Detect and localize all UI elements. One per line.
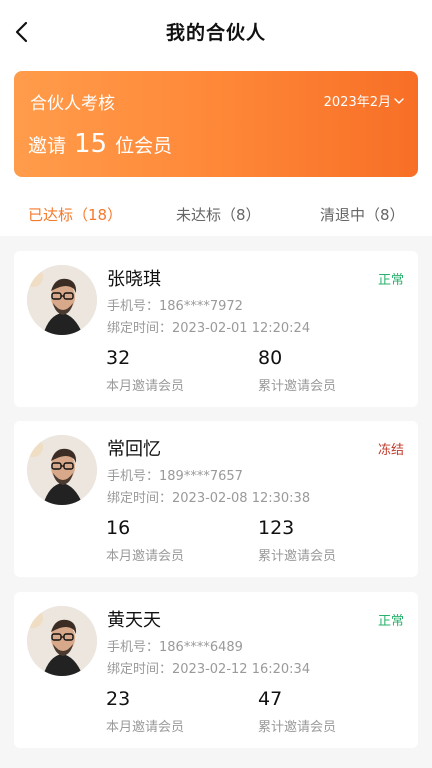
phone-label: 手机号： bbox=[107, 640, 160, 655]
total-invites-label: 累计邀请会员 bbox=[258, 549, 337, 564]
month-invites-label: 本月邀请会员 bbox=[106, 720, 185, 735]
bind-time-row: 绑定时间：2023-02-12 16:20:34 bbox=[107, 658, 310, 677]
bind-time-value: 2023-02-08 12:30:38 bbox=[172, 491, 311, 506]
month-invites-value: 16 bbox=[106, 517, 131, 539]
total-invites-label: 累计邀请会员 bbox=[258, 720, 337, 735]
invite-count: 15 bbox=[74, 129, 108, 159]
total-invites-stat: 123 累计邀请会员 bbox=[258, 517, 336, 564]
bind-time-value: 2023-02-12 16:20:34 bbox=[172, 662, 311, 677]
phone-row: 手机号：186****7972 bbox=[107, 295, 243, 314]
phone-value: 186****7972 bbox=[159, 299, 243, 314]
partner-name: 常回忆 bbox=[107, 439, 161, 460]
tab-unqualified[interactable]: 未达标（8） bbox=[176, 204, 261, 225]
page-title: 我的合伙人 bbox=[165, 22, 266, 44]
month-selector[interactable]: 2023年2月 bbox=[324, 91, 404, 110]
top-bar: 我的合伙人 bbox=[0, 0, 432, 64]
total-invites-stat: 47 累计邀请会员 bbox=[258, 688, 336, 735]
bind-time-label: 绑定时间： bbox=[107, 491, 173, 506]
avatar-portrait bbox=[27, 435, 97, 505]
month-invites-label: 本月邀请会员 bbox=[106, 549, 185, 564]
tab-clearing[interactable]: 清退中（8） bbox=[320, 204, 405, 225]
bind-time-label: 绑定时间： bbox=[107, 662, 173, 677]
invite-suffix: 位会员 bbox=[115, 135, 173, 157]
bind-time-row: 绑定时间：2023-02-01 12:20:24 bbox=[107, 317, 310, 336]
month-invites-stat: 32 本月邀请会员 bbox=[106, 347, 184, 394]
status-badge: 正常 bbox=[377, 273, 404, 288]
chevron-down-icon bbox=[394, 97, 404, 104]
partner-card[interactable]: 黄天天 正常 手机号：186****6489 绑定时间：2023-02-12 1… bbox=[14, 592, 418, 748]
month-invites-stat: 23 本月邀请会员 bbox=[106, 688, 184, 735]
status-badge: 冻结 bbox=[377, 443, 404, 458]
total-invites-value: 80 bbox=[258, 347, 283, 369]
avatar bbox=[27, 435, 97, 505]
partner-card[interactable]: 常回忆 冻结 手机号：189****7657 绑定时间：2023-02-08 1… bbox=[14, 421, 418, 577]
total-invites-stat: 80 累计邀请会员 bbox=[258, 347, 336, 394]
phone-value: 189****7657 bbox=[159, 469, 243, 484]
month-invites-value: 32 bbox=[106, 347, 131, 369]
phone-row: 手机号：186****6489 bbox=[107, 636, 243, 655]
month-invites-value: 23 bbox=[106, 688, 131, 710]
phone-value: 186****6489 bbox=[159, 640, 243, 655]
phone-label: 手机号： bbox=[107, 299, 160, 314]
total-invites-value: 47 bbox=[258, 688, 283, 710]
invite-summary: 邀请 15 位会员 bbox=[28, 129, 172, 159]
month-invites-stat: 16 本月邀请会员 bbox=[106, 517, 184, 564]
avatar bbox=[27, 606, 97, 676]
invite-prefix: 邀请 bbox=[28, 135, 67, 157]
avatar-portrait bbox=[27, 606, 97, 676]
total-invites-label: 累计邀请会员 bbox=[258, 379, 337, 394]
partner-name: 张晓琪 bbox=[107, 269, 161, 290]
total-invites-value: 123 bbox=[258, 517, 295, 539]
avatar bbox=[27, 265, 97, 335]
partner-card[interactable]: 张晓琪 正常 手机号：186****7972 绑定时间：2023-02-01 1… bbox=[14, 251, 418, 407]
avatar-portrait bbox=[27, 265, 97, 335]
month-invites-label: 本月邀请会员 bbox=[106, 379, 185, 394]
partner-name: 黄天天 bbox=[107, 610, 161, 631]
bind-time-label: 绑定时间： bbox=[107, 321, 173, 336]
phone-label: 手机号： bbox=[107, 469, 160, 484]
bind-time-value: 2023-02-01 12:20:24 bbox=[172, 321, 311, 336]
month-label: 2023年2月 bbox=[323, 95, 391, 110]
status-badge: 正常 bbox=[377, 614, 404, 629]
phone-row: 手机号：189****7657 bbox=[107, 465, 243, 484]
assessment-card: 合伙人考核 2023年2月 邀请 15 位会员 bbox=[14, 71, 418, 177]
bind-time-row: 绑定时间：2023-02-08 12:30:38 bbox=[107, 487, 310, 506]
status-tabs: 已达标（18） 未达标（8） 清退中（8） bbox=[0, 192, 432, 236]
tab-qualified[interactable]: 已达标（18） bbox=[28, 204, 122, 225]
assessment-title: 合伙人考核 bbox=[30, 94, 115, 114]
